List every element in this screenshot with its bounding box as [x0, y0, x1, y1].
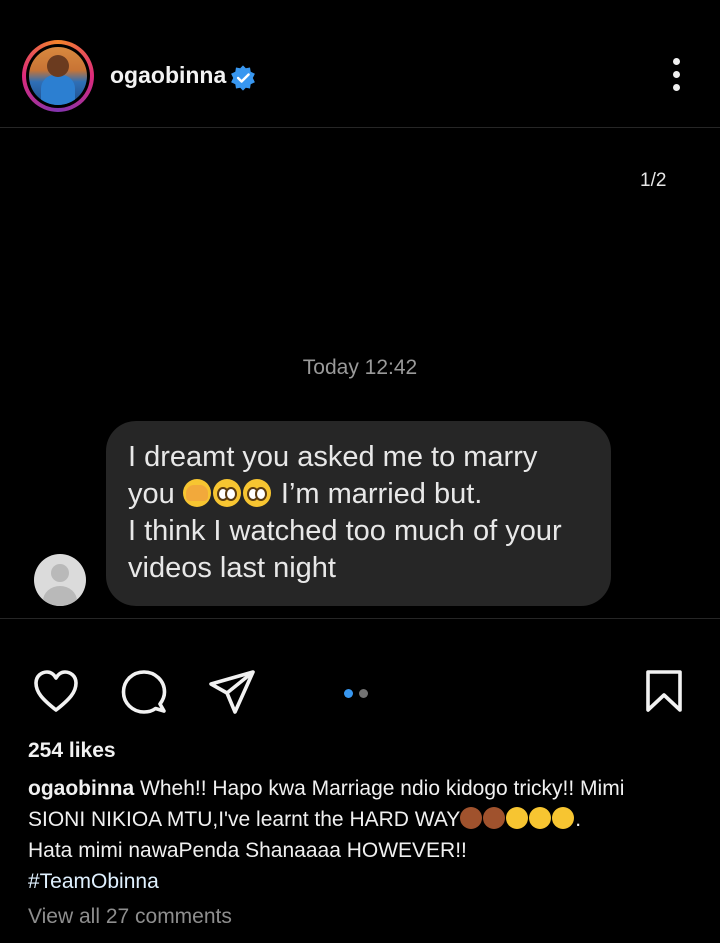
caption-username[interactable]: ogaobinna	[28, 777, 134, 800]
carousel-counter: 1/2	[640, 170, 667, 191]
caption-text: Hata mimi nawaPenda Shanaaaa HOWEVER!!	[28, 839, 467, 862]
carousel-dot-active	[344, 689, 353, 698]
send-icon[interactable]	[208, 668, 256, 716]
message-line: I dreamt you asked me to marry	[128, 441, 538, 473]
post-caption: ogaobinna Wheh!! Hapo kwa Marriage ndio …	[28, 773, 693, 897]
caption-text: Wheh!! Hapo kwa Marriage ndio kidogo tri…	[140, 777, 625, 800]
pleading-face-emoji-icon	[242, 479, 271, 507]
face-hands-emoji-icon	[182, 479, 211, 507]
message-line: you I’m married but.	[128, 478, 483, 510]
heart-icon[interactable]	[32, 668, 80, 714]
rofl-emoji-icon	[529, 807, 552, 829]
message-line: I think I watched too much of your	[128, 515, 562, 547]
carousel-dot	[359, 689, 368, 698]
pleading-face-emoji-icon	[212, 479, 241, 507]
facepalm-emoji-icon	[460, 807, 483, 829]
bookmark-icon[interactable]	[644, 668, 684, 714]
post-header: ogaobinna	[0, 0, 720, 128]
profile-avatar[interactable]	[22, 40, 94, 112]
rofl-emoji-icon	[506, 807, 529, 829]
caption-text: SIONI NIKIOA MTU,I've learnt the HARD WA…	[28, 808, 461, 831]
likes-count[interactable]: 254 likes	[28, 739, 116, 763]
rofl-emoji-icon	[552, 807, 575, 829]
view-comments-link[interactable]: View all 27 comments	[28, 905, 232, 929]
facepalm-emoji-icon	[483, 807, 506, 829]
message-bubble: I dreamt you asked me to marry you I’m m…	[106, 421, 611, 606]
comment-icon[interactable]	[120, 668, 168, 716]
hashtag-link[interactable]: #TeamObinna	[28, 866, 693, 897]
verified-badge-icon	[231, 65, 255, 91]
message-line: videos last night	[128, 552, 336, 584]
message-timestamp: Today 12:42	[302, 356, 418, 379]
sender-avatar	[34, 554, 86, 606]
carousel-indicator	[344, 685, 374, 703]
username[interactable]: ogaobinna	[110, 62, 226, 89]
more-vertical-icon[interactable]	[670, 58, 682, 98]
